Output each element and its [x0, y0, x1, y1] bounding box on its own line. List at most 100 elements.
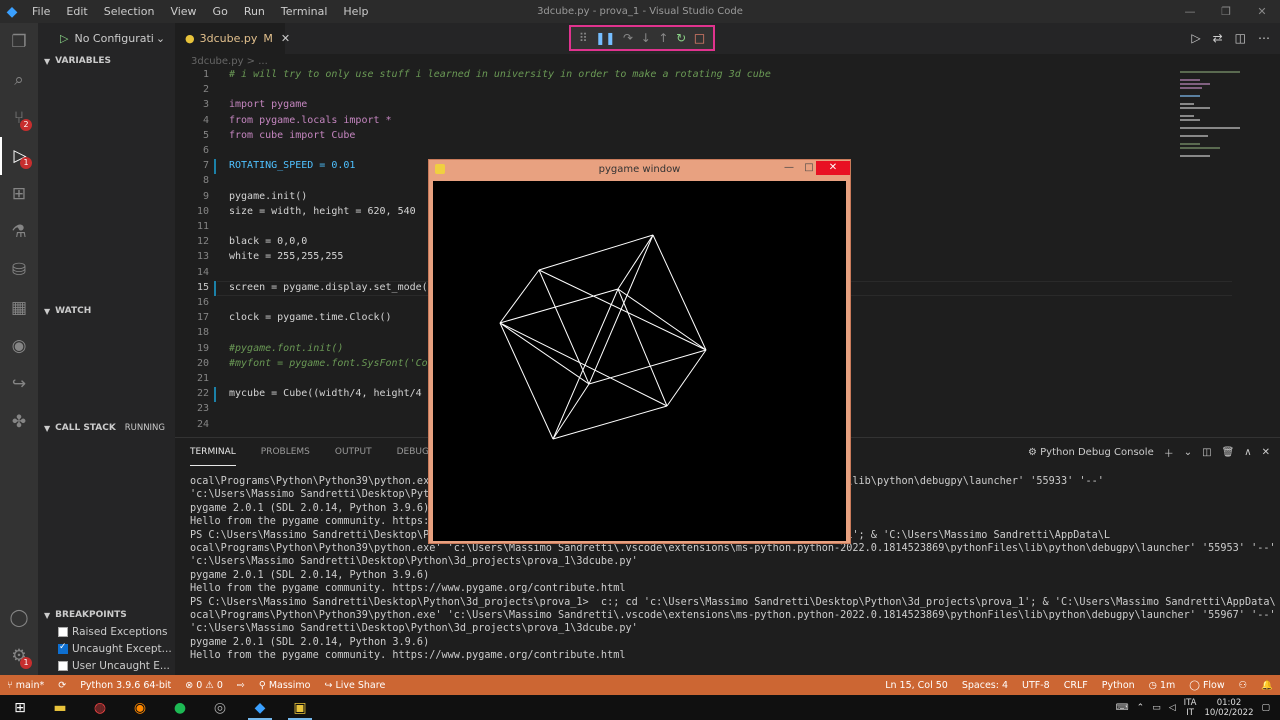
run-config-label[interactable]: No Configurati [74, 32, 153, 45]
sync-icon[interactable]: ⟳ [58, 680, 66, 691]
tab-3dcube[interactable]: ● 3dcube.py M ✕ [175, 23, 290, 54]
windows-start-icon[interactable]: ⊞ [0, 695, 40, 720]
watch-section[interactable]: ▼ WATCH [38, 300, 175, 322]
explorer-icon[interactable]: ❐ [0, 23, 38, 61]
interpreter[interactable]: Python 3.9.6 64-bit [80, 680, 171, 691]
notification-center-icon[interactable]: ▢ [1261, 703, 1270, 713]
branch-status[interactable]: ⑂ main* [7, 680, 44, 691]
docker-icon[interactable]: ▦ [0, 289, 38, 327]
compare-icon[interactable]: ⇄ [1213, 31, 1223, 45]
encoding[interactable]: UTF-8 [1022, 680, 1050, 691]
checkbox[interactable] [58, 627, 68, 637]
testing-icon[interactable]: ⚗ [0, 213, 38, 251]
maximize-icon[interactable]: ❐ [1208, 0, 1244, 23]
pygame-canvas[interactable] [433, 181, 846, 541]
firefox-icon[interactable]: ◉ [120, 695, 160, 720]
breadcrumb[interactable]: 3dcube.py > ... [191, 56, 268, 67]
close-icon[interactable]: ✕ [1244, 0, 1280, 23]
notifications-icon[interactable]: 🔔 [1261, 680, 1273, 691]
menu-go[interactable]: Go [205, 0, 236, 23]
stop-icon[interactable]: □ [694, 31, 705, 45]
menu-edit[interactable]: Edit [58, 0, 95, 23]
tab-output[interactable]: OUTPUT [335, 438, 372, 466]
pause-icon[interactable]: ❚❚ [595, 31, 615, 45]
keyboard-icon[interactable]: ⌨ [1116, 703, 1129, 713]
breakpoint-item[interactable]: Raised Exceptions [58, 626, 173, 638]
call-stack-section[interactable]: ▼ CALL STACK RUNNING [38, 417, 175, 439]
close-tab-icon[interactable]: ✕ [281, 32, 290, 45]
end-of-line[interactable]: CRLF [1064, 680, 1088, 691]
up-arrow-icon[interactable]: ⌃ [1137, 703, 1145, 713]
breakpoint-item[interactable]: User Uncaught E... [58, 660, 173, 672]
chevron-down-icon[interactable]: ⌄ [1184, 447, 1192, 458]
flow-status[interactable]: ◯ Flow [1189, 680, 1224, 691]
menu-selection[interactable]: Selection [96, 0, 163, 23]
menu-terminal[interactable]: Terminal [273, 0, 336, 23]
menu-view[interactable]: View [162, 0, 204, 23]
spotify-icon[interactable]: ● [160, 695, 200, 720]
obs-icon[interactable]: ◎ [200, 695, 240, 720]
database-icon[interactable]: ⛁ [0, 251, 38, 289]
volume-icon[interactable]: ◁ [1169, 703, 1176, 713]
minimize-icon[interactable]: — [778, 160, 800, 176]
source-control-icon[interactable]: ⑂ 2 [0, 99, 38, 137]
split-editor-icon[interactable]: ◫ [1235, 31, 1246, 45]
user-status[interactable]: ⚲ Massimo [259, 680, 311, 691]
spotify-icon[interactable]: ◉ [0, 327, 38, 365]
time-estimate[interactable]: ◷ 1m [1149, 680, 1176, 691]
menu-file[interactable]: File [24, 0, 58, 23]
chrome-icon[interactable]: ◍ [80, 695, 120, 720]
step-out-icon[interactable]: ↑ [658, 31, 668, 45]
settings-gear-icon[interactable]: ⚙ 1 [0, 637, 38, 675]
menu-run[interactable]: Run [236, 0, 273, 23]
paw-icon[interactable]: ✤ [0, 403, 38, 441]
tab-problems[interactable]: PROBLEMS [261, 438, 310, 466]
checkbox[interactable] [58, 643, 68, 654]
variables-section[interactable]: ▼ VARIABLES [38, 50, 175, 72]
clock[interactable]: 01:02 10/02/2022 [1204, 698, 1253, 718]
live-share-status[interactable]: ↪ Live Share [324, 680, 385, 691]
indentation[interactable]: Spaces: 4 [962, 680, 1008, 691]
drag-handle-icon[interactable]: ⠿ [579, 31, 588, 45]
pygame-taskbar-icon[interactable]: ▣ [280, 695, 320, 720]
vscode-taskbar-icon[interactable]: ◆ [240, 695, 280, 720]
breakpoints-section[interactable]: ▼ BREAKPOINTS [38, 604, 175, 626]
run-configuration[interactable]: ▷ No Configurati ⌄ [38, 27, 175, 49]
search-icon[interactable]: ⌕ [0, 61, 38, 99]
problems-count[interactable]: ⊗ 0 ⚠ 0 [185, 680, 223, 691]
minimap[interactable] [1178, 69, 1268, 159]
language-mode[interactable]: Python [1102, 680, 1135, 691]
network-icon[interactable]: ▭ [1152, 703, 1161, 713]
cursor-position[interactable]: Ln 15, Col 50 [885, 680, 948, 691]
checkbox[interactable] [58, 661, 68, 671]
new-terminal-icon[interactable]: ＋ [1164, 445, 1174, 460]
minimize-icon[interactable]: — [1172, 0, 1208, 23]
file-explorer-icon[interactable]: ▬ [40, 695, 80, 720]
menu-help[interactable]: Help [335, 0, 376, 23]
live-share-session-icon[interactable]: ⚇ [1239, 680, 1248, 691]
run-file-icon[interactable]: ▷ [1191, 31, 1200, 45]
split-terminal-icon[interactable]: ◫ [1202, 447, 1211, 458]
line-number: 9 [202, 191, 209, 202]
trash-icon[interactable]: 🗑 [1222, 447, 1235, 458]
chevron-down-icon[interactable]: ⌄ [156, 32, 165, 45]
terminal-selector[interactable]: ⚙ Python Debug Console [1028, 447, 1154, 458]
close-icon[interactable]: ✕ [816, 161, 850, 175]
step-into-icon[interactable]: ↓ [641, 31, 651, 45]
tab-terminal[interactable]: TERMINAL [190, 438, 236, 466]
extensions-icon[interactable]: ⊞ [0, 175, 38, 213]
live-share-icon[interactable]: ↪ [0, 365, 38, 403]
close-panel-icon[interactable]: ✕ [1262, 447, 1270, 458]
pygame-window[interactable]: pygame window — □ ✕ [428, 159, 851, 544]
debug-launch-icon[interactable]: ⇨ [237, 680, 245, 691]
breakpoint-item[interactable]: Uncaught Except... [58, 643, 173, 655]
account-icon[interactable]: ◯ [0, 599, 38, 637]
step-over-icon[interactable]: ↷ [623, 31, 633, 45]
input-language[interactable]: ITA IT [1184, 698, 1197, 718]
maximize-panel-icon[interactable]: ∧ [1244, 447, 1251, 458]
more-actions-icon[interactable]: ⋯ [1258, 31, 1270, 45]
run-debug-icon[interactable]: ▷ 1 [0, 137, 38, 175]
code-line: size = width, height = 620, 540 [229, 206, 416, 217]
restart-icon[interactable]: ↻ [676, 31, 686, 45]
start-debugging-icon[interactable]: ▷ [60, 32, 68, 45]
